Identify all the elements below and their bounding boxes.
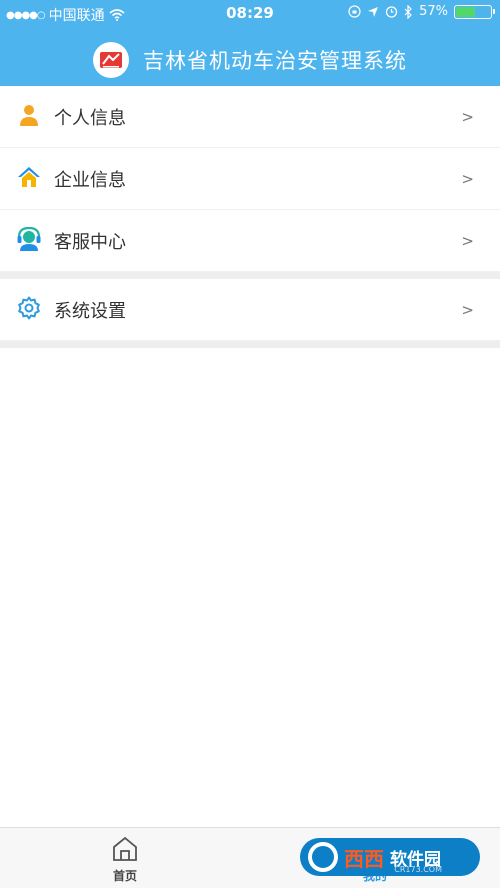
- police-logo-icon: [93, 42, 129, 78]
- gear-icon: [18, 296, 40, 320]
- location-icon: [368, 6, 379, 17]
- menu-item-label: 企业信息: [54, 169, 126, 191]
- menu-item-personal-info[interactable]: 个人信息 >: [0, 86, 500, 148]
- watermark-logo: 西西 软件园 CR173.COM: [300, 838, 480, 876]
- home-outline-icon: [113, 836, 137, 861]
- bluetooth-icon: [404, 4, 412, 19]
- menu-item-label: 系统设置: [54, 300, 126, 322]
- menu-item-label: 个人信息: [54, 107, 126, 129]
- watermark-c-icon: [308, 842, 338, 872]
- section-divider: [0, 272, 500, 279]
- menu-list: 个人信息 > 企业信息 > 客服中心 > 系统设置 >: [0, 86, 500, 348]
- lock-rotation-icon: [348, 5, 361, 18]
- section-divider: [0, 341, 500, 348]
- page-title: 吉林省机动车治安管理系统: [143, 49, 407, 73]
- watermark-text: 西西: [344, 846, 384, 871]
- battery-percent: 57%: [419, 4, 448, 19]
- menu-item-label: 客服中心: [54, 231, 126, 253]
- battery-fill: [456, 6, 475, 17]
- watermark-subtext: CR173.COM: [394, 865, 442, 874]
- chevron-right-icon: >: [461, 169, 474, 188]
- alarm-icon: [385, 6, 398, 18]
- battery-icon: [454, 4, 495, 19]
- menu-item-system-settings[interactable]: 系统设置 >: [0, 279, 500, 341]
- customer-service-icon: [17, 227, 41, 251]
- app-header: ●●●●○ 中国联通 08:29 57% 吉林省机动车治安管理系统: [0, 0, 500, 86]
- menu-item-customer-service[interactable]: 客服中心 >: [0, 210, 500, 272]
- menu-item-company-info[interactable]: 企业信息 >: [0, 148, 500, 210]
- chevron-right-icon: >: [461, 231, 474, 250]
- tab-home[interactable]: 首页: [95, 836, 155, 884]
- status-bar: ●●●●○ 中国联通 08:29 57%: [0, 0, 500, 26]
- chevron-right-icon: >: [461, 107, 474, 126]
- tab-label: 首页: [112, 869, 137, 883]
- title-bar: 吉林省机动车治安管理系统: [0, 40, 500, 80]
- chevron-right-icon: >: [461, 300, 474, 319]
- person-icon: [20, 105, 38, 126]
- bottom-tab-bar: 首页 我的 西西 软件园 CR173.COM: [0, 827, 500, 888]
- home-icon: [18, 167, 40, 187]
